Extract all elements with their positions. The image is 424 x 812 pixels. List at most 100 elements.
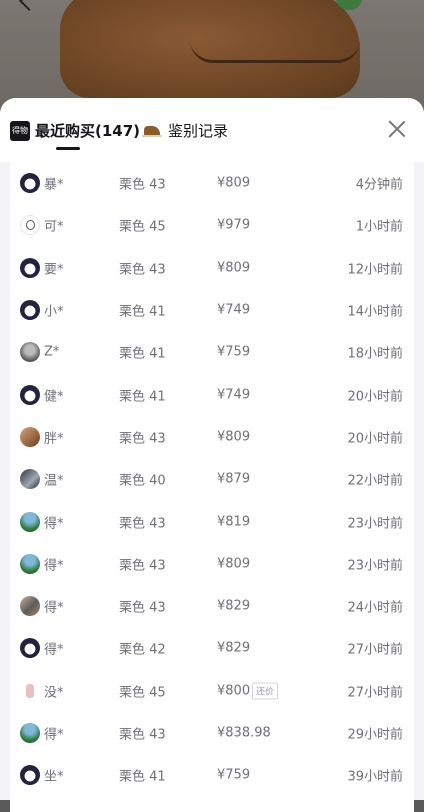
price: ¥979 bbox=[217, 217, 251, 233]
tab-recent-purchases[interactable]: 得物 最近购买(147) bbox=[10, 120, 140, 141]
avatar bbox=[20, 384, 40, 405]
price: ¥759 bbox=[217, 344, 251, 360]
active-tab-indicator bbox=[56, 147, 80, 150]
buyer-name: 可* bbox=[44, 219, 64, 235]
purchase-row: 健* 栗色 41 ¥749 20小时前 bbox=[10, 373, 414, 415]
buyer-name: 得* bbox=[44, 558, 64, 574]
spec-size: 栗色 43 bbox=[119, 558, 166, 574]
product-image-backdrop: ⋯ bbox=[0, 0, 424, 110]
purchase-row: 没* 栗色 45 ¥800 还价 27小时前 bbox=[10, 670, 414, 712]
purchase-time: 12小时前 bbox=[347, 262, 403, 278]
tab-label: 最近购买(147) bbox=[35, 122, 141, 140]
price: ¥829 bbox=[217, 640, 251, 656]
dewu-logo-icon: 得物 bbox=[10, 120, 30, 141]
purchase-time: 20小时前 bbox=[347, 389, 403, 405]
purchase-row: 要* 栗色 43 ¥809 12小时前 bbox=[10, 247, 414, 289]
price: ¥838.98 bbox=[217, 725, 271, 741]
avatar bbox=[20, 342, 40, 363]
buyer-name: 得* bbox=[44, 600, 64, 616]
spec-size: 栗色 45 bbox=[119, 219, 166, 235]
price: ¥879 bbox=[217, 471, 251, 487]
avatar bbox=[20, 680, 40, 701]
purchase-row: 小* 栗色 41 ¥749 14小时前 bbox=[10, 289, 414, 331]
purchase-time: 27小时前 bbox=[347, 642, 403, 658]
shop-logo-icon[interactable] bbox=[294, 0, 312, 10]
back-icon[interactable] bbox=[19, 0, 39, 11]
spec-size: 栗色 41 bbox=[119, 304, 166, 320]
spec-size: 栗色 43 bbox=[119, 516, 166, 532]
purchase-time: 20小时前 bbox=[347, 431, 403, 447]
price: ¥809 bbox=[217, 429, 251, 445]
avatar bbox=[20, 765, 40, 786]
purchase-time: 29小时前 bbox=[347, 727, 403, 743]
purchase-time: 1小时前 bbox=[355, 219, 403, 235]
tab-label: 鉴别记录 bbox=[168, 122, 229, 140]
spec-size: 栗色 45 bbox=[119, 685, 166, 701]
buyer-name: 健* bbox=[44, 389, 64, 405]
buyer-name: 得* bbox=[44, 642, 64, 658]
price: ¥749 bbox=[217, 302, 251, 318]
buyer-name: 温* bbox=[44, 473, 64, 489]
purchase-time: 14小时前 bbox=[347, 304, 403, 320]
bargain-tag: 还价 bbox=[252, 682, 279, 700]
shoe-icon bbox=[142, 124, 162, 138]
spec-size: 栗色 41 bbox=[119, 389, 166, 405]
spec-size: 栗色 43 bbox=[119, 727, 166, 743]
purchase-row: 得* 栗色 42 ¥829 27小时前 bbox=[10, 627, 414, 669]
purchase-row: 得* 栗色 43 ¥838.98 29小时前 bbox=[10, 712, 414, 754]
avatar bbox=[20, 511, 40, 532]
purchase-list[interactable]: 暴* 栗色 43 ¥809 4分钟前 可* 栗色 45 ¥979 1小时前 要* 栗色 43 ¥80… bbox=[10, 162, 414, 812]
purchase-row: 胖* 栗色 43 ¥809 20小时前 bbox=[10, 416, 414, 458]
price: ¥829 bbox=[217, 598, 251, 614]
boot-strap bbox=[190, 40, 360, 63]
purchase-row: Z* 栗色 41 ¥759 18小时前 bbox=[10, 331, 414, 373]
buyer-name: 要* bbox=[44, 262, 64, 278]
avatar bbox=[20, 300, 40, 321]
spec-size: 栗色 40 bbox=[119, 473, 166, 489]
price: ¥809 bbox=[217, 260, 251, 276]
spec-size: 栗色 41 bbox=[119, 769, 166, 785]
spec-size: 栗色 41 bbox=[119, 346, 166, 362]
purchase-row: 暴* 栗色 43 ¥809 4分钟前 bbox=[10, 162, 414, 204]
avatar bbox=[20, 596, 40, 617]
purchase-time: 18小时前 bbox=[347, 346, 403, 362]
purchase-time: 39小时前 bbox=[347, 769, 403, 785]
buyer-name: Z* bbox=[44, 344, 60, 360]
avatar bbox=[20, 469, 40, 490]
avatar bbox=[20, 173, 40, 194]
buyer-name: 得* bbox=[44, 727, 64, 743]
avatar bbox=[20, 215, 40, 236]
buyer-name: 暴* bbox=[44, 177, 64, 193]
buyer-name: 坐* bbox=[44, 769, 64, 785]
price: ¥749 bbox=[217, 387, 251, 403]
spec-size: 栗色 43 bbox=[119, 431, 166, 447]
purchase-time: 23小时前 bbox=[347, 558, 403, 574]
buyer-name: 胖* bbox=[44, 431, 64, 447]
more-icon[interactable]: ⋯ bbox=[388, 0, 402, 6]
sheet-header: 得物 最近购买(147) 鉴别记录 bbox=[0, 98, 424, 162]
avatar bbox=[20, 426, 40, 447]
buyer-name: 没* bbox=[44, 685, 64, 701]
purchase-time: 24小时前 bbox=[347, 600, 403, 616]
close-icon[interactable] bbox=[388, 120, 406, 138]
avatar bbox=[20, 553, 40, 574]
price: ¥800 bbox=[217, 683, 251, 699]
purchase-row: 坐* 栗色 41 ¥759 39小时前 bbox=[10, 754, 414, 796]
tab-authentication-records[interactable]: 鉴别记录 bbox=[142, 120, 228, 141]
price: ¥759 bbox=[217, 767, 251, 783]
purchase-row: 可* 栗色 45 ¥979 1小时前 bbox=[10, 204, 414, 246]
price: ¥809 bbox=[217, 175, 251, 191]
spec-size: 栗色 43 bbox=[119, 177, 166, 193]
spec-size: 栗色 43 bbox=[119, 262, 166, 278]
avatar bbox=[20, 723, 40, 743]
buyer-name: 得* bbox=[44, 516, 64, 532]
price: ¥819 bbox=[217, 514, 251, 530]
purchase-row: 得* 栗色 43 ¥829 24小时前 bbox=[10, 585, 414, 627]
purchase-time: 22小时前 bbox=[347, 473, 403, 489]
purchase-row: 得* 栗色 43 ¥809 23小时前 bbox=[10, 543, 414, 585]
spec-size: 栗色 42 bbox=[119, 642, 166, 658]
purchase-row: 得* 栗色 43 ¥819 23小时前 bbox=[10, 500, 414, 542]
avatar bbox=[20, 257, 40, 278]
purchase-time: 27小时前 bbox=[347, 685, 403, 701]
purchase-row: 温* 栗色 40 ¥879 22小时前 bbox=[10, 458, 414, 500]
